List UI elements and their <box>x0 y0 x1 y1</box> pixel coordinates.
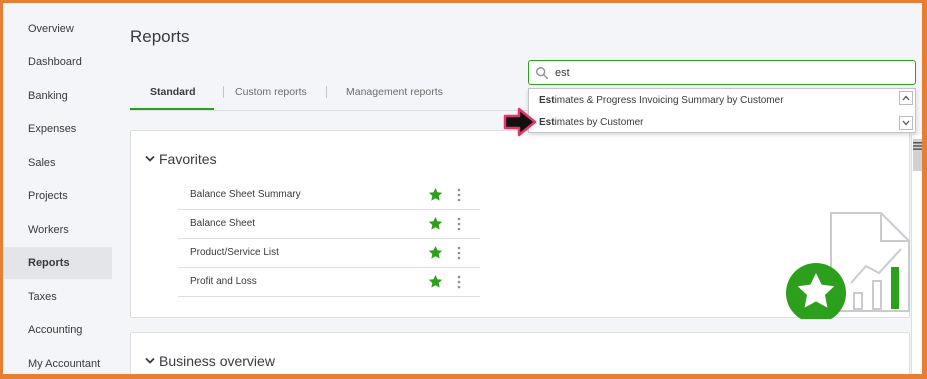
search-results-dropdown: Estimates & Progress Invoicing Summary b… <box>528 88 916 133</box>
sidebar-item-projects[interactable]: Projects <box>3 180 112 212</box>
sidebar-item-reports[interactable]: Reports <box>3 247 112 279</box>
page-scrollbar[interactable] <box>911 135 922 374</box>
tab-divider <box>223 86 224 98</box>
chevron-down-icon <box>145 154 155 166</box>
search-match-text: Est <box>539 95 555 106</box>
sidebar-item-taxes[interactable]: Taxes <box>3 281 112 313</box>
sidebar-item-overview[interactable]: Overview <box>3 13 112 45</box>
tab-divider <box>326 86 327 98</box>
sidebar-item-my-accountant[interactable]: My Accountant <box>3 348 112 374</box>
favorite-report-link[interactable]: Profit and Loss <box>190 268 257 296</box>
tab-management-reports[interactable]: Management reports <box>346 81 443 111</box>
favorite-report-link[interactable]: Product/Service List <box>190 239 279 267</box>
search-result-item[interactable]: Estimates & Progress Invoicing Summary b… <box>539 91 784 111</box>
sidebar-item-sales[interactable]: Sales <box>3 147 112 179</box>
tab-custom-reports[interactable]: Custom reports <box>235 81 307 111</box>
star-icon[interactable] <box>428 274 443 289</box>
business-overview-title: Business overview <box>159 353 275 369</box>
list-item: Profit and Loss <box>178 268 480 297</box>
sidebar-item-workers[interactable]: Workers <box>3 214 112 246</box>
favorites-header[interactable]: Favorites <box>145 151 217 167</box>
sidebar-item-dashboard[interactable]: Dashboard <box>3 46 112 78</box>
favorites-illustration-icon <box>786 212 910 319</box>
scroll-up-button[interactable] <box>899 91 913 105</box>
favorites-title: Favorites <box>159 151 217 167</box>
favorite-report-link[interactable]: Balance Sheet Summary <box>190 181 301 209</box>
star-icon[interactable] <box>428 245 443 260</box>
star-icon[interactable] <box>428 216 443 231</box>
list-item: Balance Sheet Summary <box>178 181 480 210</box>
favorites-card: Favorites Balance Sheet Summary Balance … <box>130 130 910 319</box>
list-item: Product/Service List <box>178 239 480 268</box>
app-window: Overview Dashboard Banking Expenses Sale… <box>3 3 922 374</box>
search-input[interactable] <box>555 63 895 82</box>
scroll-down-button[interactable] <box>899 116 913 130</box>
sidebar-item-banking[interactable]: Banking <box>3 80 112 112</box>
search-result-text: imates by Customer <box>554 117 644 128</box>
sidebar-item-accounting[interactable]: Accounting <box>3 314 112 346</box>
menu-lines-icon[interactable] <box>913 141 922 151</box>
search-result-text: imates & Progress Invoicing Summary by C… <box>554 95 784 106</box>
star-icon[interactable] <box>428 187 443 202</box>
business-overview-card: Business overview <box>130 332 910 374</box>
search-result-item[interactable]: Estimates by Customer <box>539 113 643 133</box>
report-tabs: Standard Custom reports Management repor… <box>130 81 530 111</box>
list-item: Balance Sheet <box>178 210 480 239</box>
favorite-report-link[interactable]: Balance Sheet <box>190 210 255 238</box>
tab-standard[interactable]: Standard <box>130 81 214 111</box>
more-options-icon[interactable] <box>454 216 464 232</box>
more-options-icon[interactable] <box>454 187 464 203</box>
chevron-up-icon <box>902 95 910 101</box>
chevron-down-icon <box>145 356 155 368</box>
search-icon <box>536 67 549 80</box>
report-search-box[interactable] <box>528 60 916 85</box>
search-match-text: Est <box>539 117 555 128</box>
tabs-underline <box>130 110 530 111</box>
more-options-icon[interactable] <box>454 274 464 290</box>
sidebar: Overview Dashboard Banking Expenses Sale… <box>3 3 112 374</box>
business-overview-header[interactable]: Business overview <box>145 353 275 369</box>
page-title: Reports <box>130 27 190 46</box>
chevron-down-icon <box>902 120 910 126</box>
pointer-arrow-icon <box>503 107 537 137</box>
sidebar-item-expenses[interactable]: Expenses <box>3 113 112 145</box>
more-options-icon[interactable] <box>454 245 464 261</box>
